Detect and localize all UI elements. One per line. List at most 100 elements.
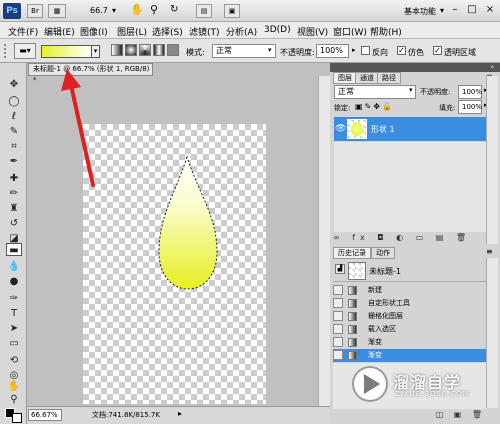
transparency-label: 透明区域 — [444, 48, 476, 57]
hand-tool-icon[interactable]: ✋ — [6, 380, 22, 394]
hand-icon[interactable]: ✋ — [130, 3, 144, 16]
menu-help[interactable]: 帮助(H) — [370, 25, 402, 38]
layer-opacity-input[interactable]: 100% — [458, 85, 482, 99]
menu-view[interactable]: 视图(V) — [297, 25, 328, 38]
healing-brush-tool-icon[interactable]: ✚ — [6, 172, 22, 186]
history-step-selected[interactable]: 渐变 — [333, 349, 486, 362]
tab-paths[interactable]: 路径 — [377, 72, 401, 84]
linear-gradient-icon[interactable] — [111, 44, 123, 56]
menu-layer[interactable]: 图层(L) — [117, 25, 147, 38]
gradient-dropdown-icon[interactable]: ▾ — [91, 45, 100, 58]
layer-name: 形状 1 — [371, 125, 395, 134]
menu-filter[interactable]: 滤镜(T) — [189, 25, 220, 38]
mode-select[interactable]: 正常 — [212, 44, 276, 58]
background-color-swatch[interactable] — [12, 413, 22, 423]
zoom-icon[interactable]: ⚲ — [150, 3, 158, 16]
move-tool-icon[interactable]: ✥ — [6, 78, 22, 92]
gradient-tool-icon[interactable]: ▬ — [6, 243, 22, 256]
reverse-label: 反向 — [372, 48, 388, 57]
history-scrollbar[interactable] — [486, 258, 498, 408]
tab-layers[interactable]: 图层 — [333, 72, 357, 84]
menu-analysis[interactable]: 分析(A) — [226, 25, 257, 38]
arrange-documents-button[interactable]: ▤ — [196, 4, 212, 18]
status-menu-icon[interactable]: ▸ — [178, 409, 182, 418]
diamond-gradient-icon[interactable] — [167, 44, 179, 56]
opacity-dropdown-icon[interactable]: ▸ — [352, 46, 356, 54]
menu-file[interactable]: 文件(F) — [8, 25, 38, 38]
lock-label: 锁定: — [334, 104, 351, 112]
history-step[interactable]: 渐变 — [333, 336, 486, 349]
history-step[interactable]: 载入选区 — [333, 323, 486, 336]
gradient-swatch[interactable] — [41, 45, 93, 58]
mode-dropdown-icon[interactable]: ▾ — [268, 46, 272, 54]
play-icon — [364, 374, 380, 394]
history-step[interactable]: 新建 — [333, 284, 486, 297]
document-info: 文档:741.8K/815.7K — [92, 411, 160, 419]
dither-checkbox[interactable]: ✓ — [397, 46, 406, 55]
layers-list-empty — [334, 142, 486, 232]
tab-history[interactable]: 历史记录 — [333, 247, 371, 259]
zoom-level[interactable]: 66.7 — [90, 6, 108, 15]
3d-rotate-tool-icon[interactable]: ⟲ — [6, 354, 22, 368]
tab-actions[interactable]: 动作 — [371, 247, 395, 259]
eyedropper-tool-icon[interactable]: ✒ — [6, 155, 22, 169]
history-brush-source-icon[interactable]: ▟ — [335, 264, 345, 274]
lock-icons[interactable]: ▣✎✥🔒 — [355, 102, 394, 111]
screen-mode-button[interactable]: ▣ — [224, 4, 240, 18]
menu-select[interactable]: 选择(S) — [152, 25, 183, 38]
collapse-panels-icon[interactable]: » — [490, 63, 494, 71]
status-zoom-field[interactable]: 66.67% — [28, 409, 62, 421]
history-panel-menu-icon[interactable]: ≡ — [486, 247, 493, 256]
close-button[interactable]: × — [481, 3, 499, 18]
vertical-scrollbar[interactable] — [318, 76, 330, 406]
history-footer-icons[interactable]: ◫ ▣ 🗑 — [333, 410, 486, 422]
watermark-url: ZIXUE.3D66.COM — [395, 390, 470, 398]
marquee-tool-icon[interactable]: ◯ — [6, 95, 22, 109]
bridge-button[interactable]: Br — [27, 4, 43, 18]
type-tool-icon[interactable]: T — [6, 307, 22, 321]
pen-tool-icon[interactable]: ✑ — [6, 292, 22, 306]
opacity-label: 不透明度: — [280, 48, 315, 57]
layers-footer-icons[interactable]: ∞ fx ◘ ◐ ▭ ▤ 🗑 — [333, 233, 486, 245]
crop-tool-icon[interactable]: ⌗ — [6, 140, 22, 154]
menu-window[interactable]: 窗口(W) — [333, 25, 367, 38]
menu-image[interactable]: 图像(I) — [80, 25, 108, 38]
reverse-checkbox[interactable] — [361, 46, 370, 55]
tool-preset-picker[interactable]: ▬▾ — [14, 43, 36, 59]
layers-scrollbar[interactable] — [486, 76, 498, 244]
lasso-tool-icon[interactable]: ℓ — [6, 110, 22, 124]
zoom-dropdown-icon[interactable]: ▾ — [112, 6, 116, 15]
clone-stamp-tool-icon[interactable]: ♜ — [6, 202, 22, 216]
history-step[interactable]: 栅格化图层 — [333, 310, 486, 323]
reflected-gradient-icon[interactable] — [153, 44, 165, 56]
visibility-eye-icon[interactable]: 👁 — [335, 124, 346, 134]
rotate-view-icon[interactable]: ↻ — [170, 4, 178, 15]
opacity-input[interactable]: 100% — [316, 44, 349, 58]
angle-gradient-icon[interactable] — [139, 44, 151, 56]
mode-label: 模式: — [186, 48, 205, 57]
blur-tool-icon[interactable]: 💧 — [6, 260, 22, 274]
transparency-checkbox[interactable]: ✓ — [433, 46, 442, 55]
workspace-dropdown-icon[interactable]: ▾ — [440, 6, 444, 15]
tab-channels[interactable]: 通道 — [355, 72, 379, 84]
quick-select-tool-icon[interactable]: ✎ — [6, 125, 22, 139]
view-extras-button[interactable]: ▦ — [48, 4, 66, 18]
radial-gradient-icon[interactable] — [125, 44, 137, 56]
workspace-switcher[interactable]: 基本功能 — [404, 6, 436, 17]
maximize-button[interactable]: □ — [463, 3, 481, 18]
fill-input[interactable]: 100% — [458, 100, 482, 114]
blend-mode-select[interactable]: 正常 — [334, 85, 416, 99]
menu-edit[interactable]: 编辑(E) — [44, 25, 75, 38]
brush-tool-icon[interactable]: ✏ — [6, 187, 22, 201]
history-step[interactable]: 自定形状工具 — [333, 297, 486, 310]
options-grip[interactable] — [4, 44, 10, 58]
dodge-tool-icon[interactable]: ● — [6, 275, 22, 289]
minimize-button[interactable]: – — [446, 3, 464, 18]
history-brush-tool-icon[interactable]: ↺ — [6, 217, 22, 231]
blend-dropdown-icon[interactable]: ▾ — [409, 86, 413, 94]
zoom-tool-icon[interactable]: ⚲ — [6, 393, 22, 407]
shape-tool-icon[interactable]: ▭ — [6, 337, 22, 351]
path-select-tool-icon[interactable]: ➤ — [6, 322, 22, 336]
fill-label: 填充: — [439, 104, 456, 112]
menu-3d[interactable]: 3D(D) — [264, 25, 291, 35]
